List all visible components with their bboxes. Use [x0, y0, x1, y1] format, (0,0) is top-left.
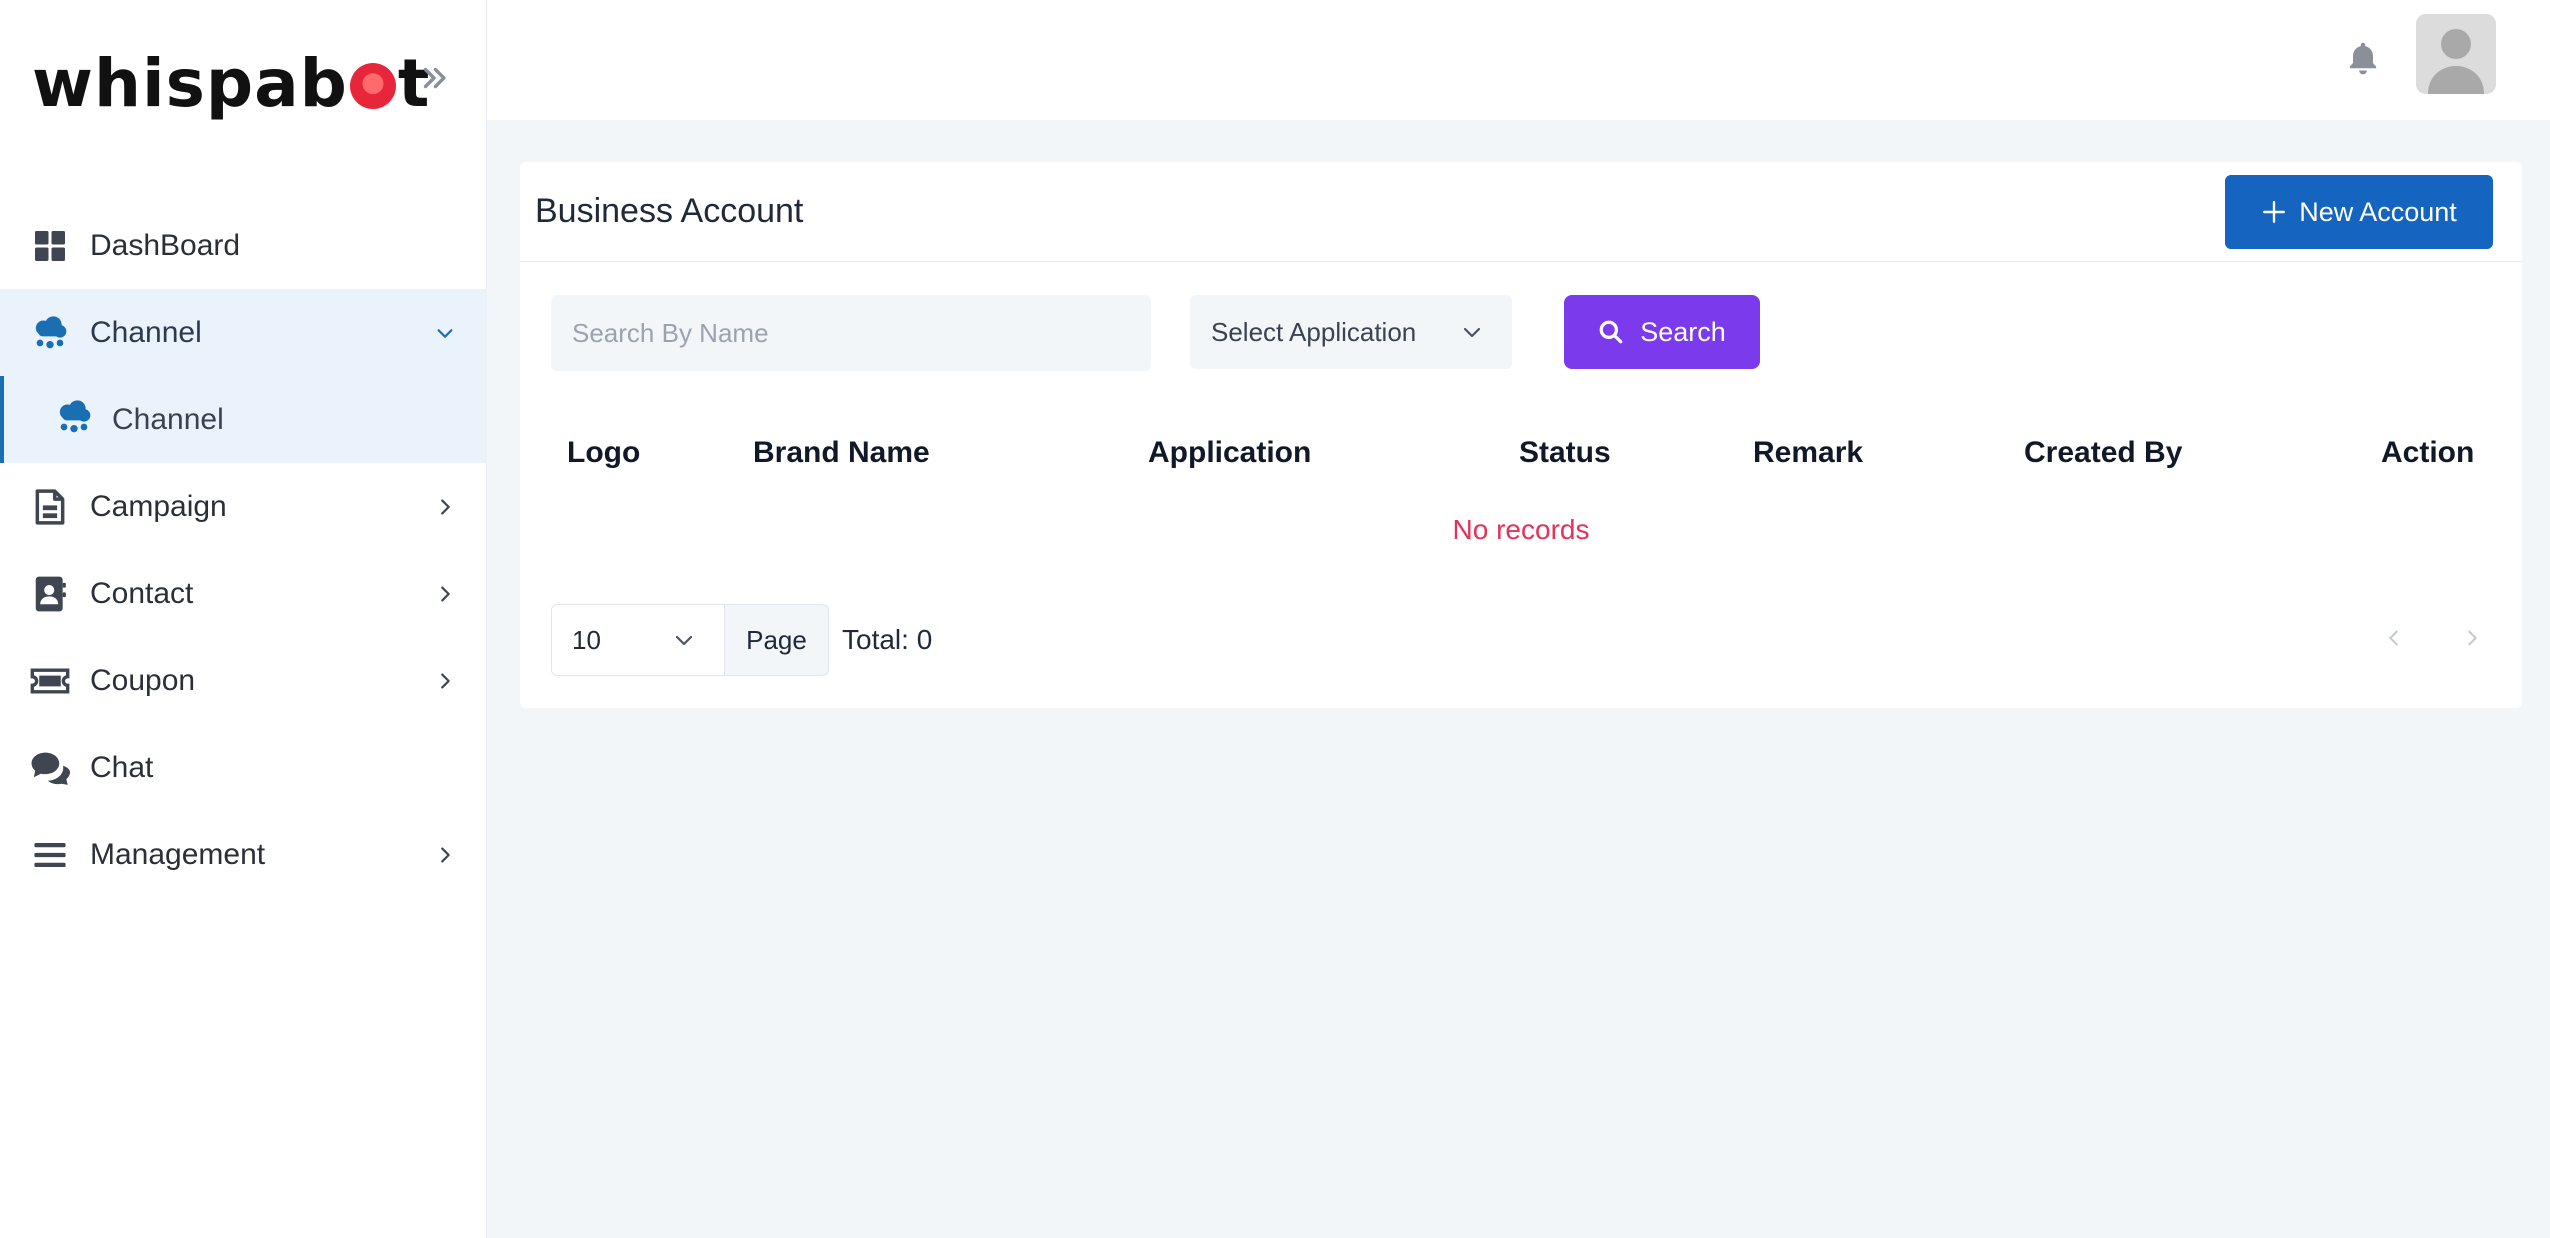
dashboard-grid-icon	[30, 226, 70, 266]
select-application-dropdown[interactable]: Select Application	[1190, 295, 1512, 369]
new-account-button[interactable]: New Account	[2225, 175, 2493, 249]
sidebar-item-label: Contact	[90, 576, 194, 610]
page-title: Business Account	[535, 192, 804, 230]
sidebar-item-campaign[interactable]: Campaign	[0, 463, 487, 550]
sidebar-item-chat[interactable]: Chat	[0, 724, 487, 811]
chevron-right-icon	[433, 669, 457, 693]
chevron-down-icon	[672, 628, 696, 652]
chevron-right-icon	[2468, 630, 2477, 646]
hamburger-menu-icon	[30, 835, 70, 875]
sidebar-item-channel[interactable]: Channel	[0, 289, 487, 376]
brand-name-left: whispab	[32, 45, 348, 122]
plus-icon	[2261, 199, 2287, 225]
search-icon	[1598, 319, 1624, 345]
search-by-name-input[interactable]	[551, 295, 1151, 371]
new-account-label: New Account	[2299, 196, 2457, 227]
page-size-group: 10 Page	[551, 604, 829, 676]
business-account-card: Business Account New Account Select Appl…	[520, 162, 2522, 708]
column-header-remark: Remark	[1753, 436, 1864, 469]
column-header-status: Status	[1519, 436, 1611, 469]
column-header-created-by: Created By	[2024, 436, 2183, 469]
chevron-right-icon	[433, 582, 457, 606]
chat-bubbles-icon	[30, 748, 70, 788]
column-header-brand-name: Brand Name	[753, 436, 930, 469]
bell-icon	[2349, 42, 2377, 75]
sidebar-subitem-channel[interactable]: Channel	[0, 376, 487, 463]
search-button[interactable]: Search	[1564, 295, 1760, 369]
top-header	[487, 0, 2550, 120]
sidebar-collapse-button[interactable]	[412, 56, 456, 100]
search-button-label: Search	[1640, 316, 1726, 347]
ticket-icon	[30, 661, 70, 701]
column-header-action: Action	[2381, 436, 2475, 469]
cloud-channel-icon	[30, 313, 70, 353]
sidebar-item-contact[interactable]: Contact	[0, 550, 487, 637]
brand-logo[interactable]: whispab t	[32, 44, 430, 124]
user-avatar[interactable]	[2416, 14, 2496, 94]
empty-table-message: No records	[1452, 514, 1590, 545]
sidebar: whispab t DashBoard Channel Channel Camp…	[0, 0, 487, 1238]
previous-page-button[interactable]	[2374, 618, 2414, 658]
chevron-down-icon	[433, 321, 457, 345]
sidebar-item-label: Management	[90, 837, 266, 871]
card-header: Business Account New Account	[520, 162, 2522, 262]
double-chevron-right-icon	[423, 67, 446, 89]
sidebar-item-management[interactable]: Management	[0, 811, 487, 898]
sidebar-subitem-label: Channel	[112, 402, 224, 436]
page-size-value: 10	[572, 624, 601, 655]
chevron-right-icon	[433, 843, 457, 867]
chevron-down-icon	[1460, 320, 1484, 344]
sidebar-item-label: DashBoard	[90, 228, 241, 262]
column-header-application: Application	[1148, 436, 1312, 469]
user-silhouette-icon	[2416, 14, 2496, 94]
brand-chat-bubble-icon	[349, 63, 396, 109]
column-header-logo: Logo	[567, 436, 641, 469]
chevron-left-icon	[2389, 630, 2398, 646]
total-count: Total: 0	[842, 624, 933, 655]
sidebar-menu: DashBoard Channel Channel Campaign Conta…	[0, 202, 487, 898]
page-label: Page	[725, 604, 829, 676]
chevron-right-icon	[433, 495, 457, 519]
cloud-channel-icon	[54, 397, 94, 442]
contact-book-icon	[30, 574, 70, 614]
sidebar-item-dashboard[interactable]: DashBoard	[0, 202, 487, 289]
sidebar-item-label: Coupon	[90, 663, 196, 697]
next-page-button[interactable]	[2452, 618, 2492, 658]
select-application-label: Select Application	[1211, 316, 1417, 347]
notifications-button[interactable]	[2343, 38, 2383, 78]
document-icon	[30, 487, 70, 527]
sidebar-item-label: Chat	[90, 750, 154, 784]
sidebar-item-label: Channel	[90, 315, 202, 349]
sidebar-item-label: Campaign	[90, 489, 227, 523]
sidebar-item-coupon[interactable]: Coupon	[0, 637, 487, 724]
table-header: Logo Brand Name Application Status Remar…	[520, 436, 2522, 490]
page-size-select[interactable]: 10	[551, 604, 725, 676]
